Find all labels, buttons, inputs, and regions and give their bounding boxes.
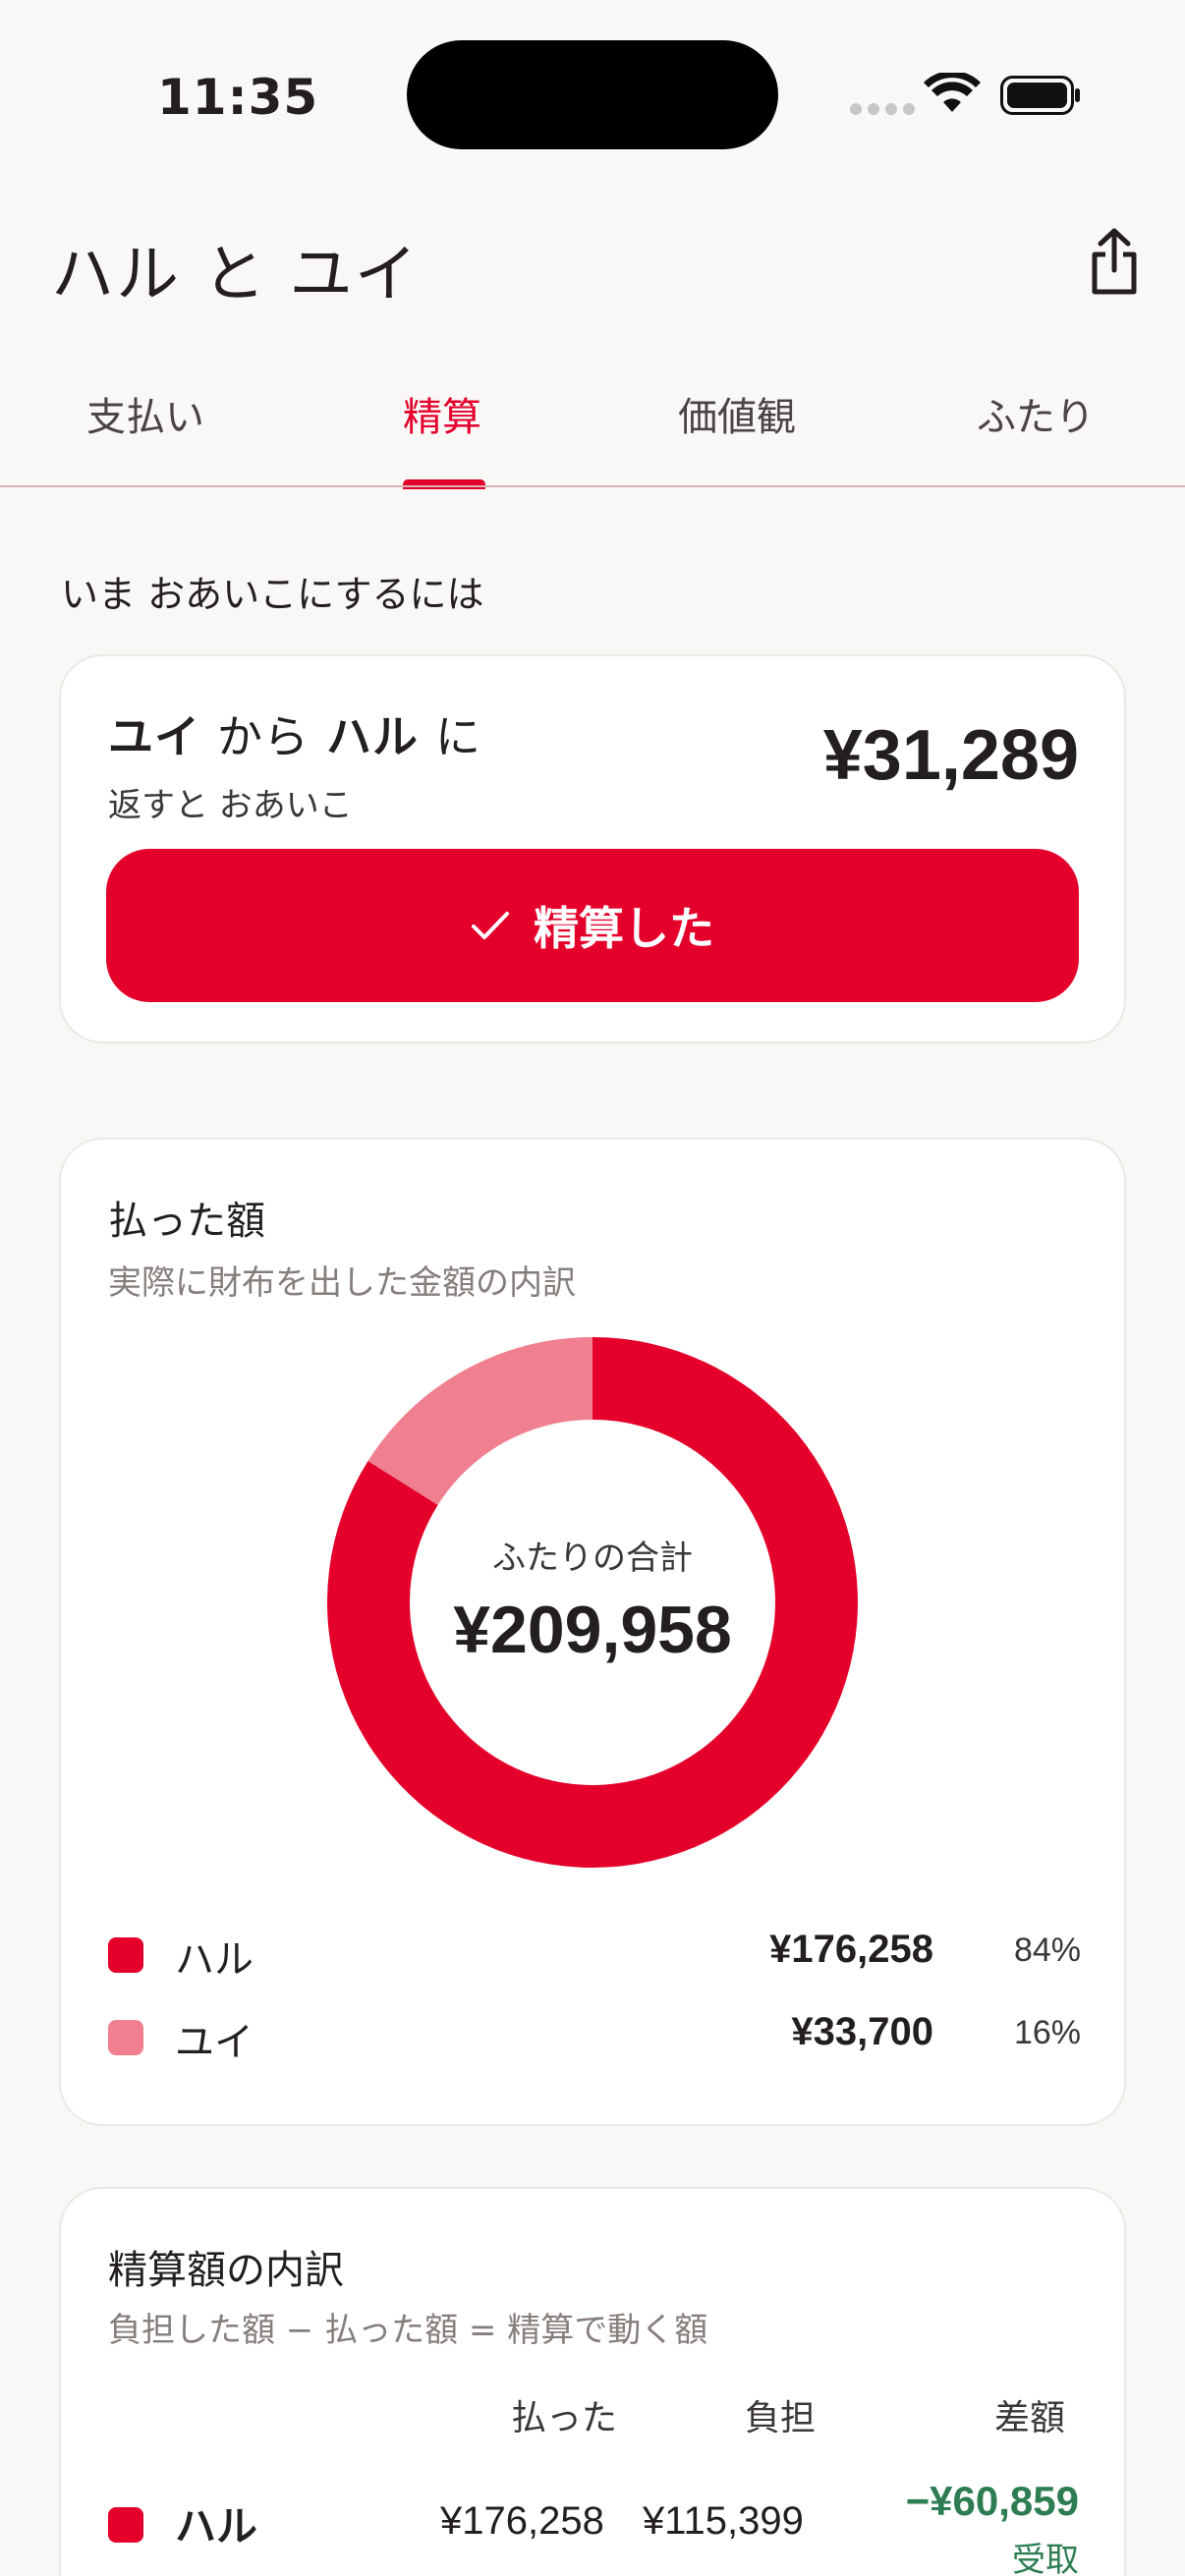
breakdown-title: 精算額の内訳 bbox=[108, 2248, 344, 2293]
column-header-burden: 負担 bbox=[745, 2398, 817, 2438]
row-name: ハル bbox=[175, 2502, 258, 2550]
legend-name: ユイ bbox=[175, 2020, 254, 2065]
legend-row: ハル ¥176,258 84% bbox=[108, 1922, 1081, 1983]
settlement-to: ハル bbox=[326, 710, 420, 763]
legend-swatch bbox=[108, 1937, 143, 1973]
tab-couple[interactable]: ふたり bbox=[977, 385, 1095, 442]
settlement-from: ユイ bbox=[108, 710, 200, 763]
legend-swatch bbox=[108, 2020, 143, 2055]
row-diff-label: 受取 bbox=[1012, 2541, 1079, 2576]
legend-row: ユイ ¥33,700 16% bbox=[108, 2004, 1081, 2065]
checkmark-icon bbox=[472, 912, 509, 939]
dynamic-island bbox=[407, 40, 778, 149]
settlement-from-particle: から bbox=[217, 710, 310, 763]
row-burden: ¥115,399 bbox=[643, 2499, 804, 2543]
legend-amount: ¥33,700 bbox=[791, 2010, 933, 2053]
settlement-subtext: 返すと おあいこ bbox=[108, 786, 353, 825]
status-time: 11:35 bbox=[157, 69, 319, 126]
legend-amount: ¥176,258 bbox=[769, 1928, 933, 1971]
tab-values[interactable]: 価値観 bbox=[678, 385, 796, 442]
breakdown-subtitle: 負担した額 − 払った額 = 精算で動く額 bbox=[108, 2311, 708, 2350]
row-paid: ¥176,258 bbox=[440, 2499, 604, 2543]
settlement-breakdown-card: 精算額の内訳 負担した額 − 払った額 = 精算で動く額 払った 負担 差額 ハ… bbox=[59, 2187, 1126, 2576]
page-title: ハル と ユイ bbox=[51, 239, 420, 311]
wifi-icon bbox=[924, 73, 981, 112]
tab-settlement[interactable]: 精算 bbox=[403, 385, 481, 442]
row-diff: −¥60,859 bbox=[905, 2478, 1079, 2524]
tab-divider bbox=[0, 485, 1185, 487]
share-icon bbox=[1092, 228, 1137, 295]
legend-percent: 84% bbox=[1013, 1932, 1081, 1969]
tab-bar: 支払い 精算 価値観 ふたり bbox=[0, 354, 1185, 489]
paid-card-subtitle: 実際に財布を出した金額の内訳 bbox=[108, 1263, 576, 1303]
section-heading: いま おあいこにするには bbox=[61, 573, 484, 616]
status-bar: 11:35 bbox=[0, 0, 1185, 187]
settlement-amount: ¥31,289 bbox=[822, 716, 1079, 795]
mark-settled-label: 精算した bbox=[534, 903, 714, 954]
share-button[interactable] bbox=[1081, 222, 1148, 301]
column-header-diff: 差額 bbox=[994, 2398, 1066, 2438]
cellular-signal-icon bbox=[850, 103, 915, 115]
active-tab-indicator bbox=[403, 479, 485, 489]
legend-name: ハル bbox=[175, 1937, 254, 1983]
tab-payments[interactable]: 支払い bbox=[86, 385, 204, 442]
column-header-paid: 払った bbox=[511, 2398, 618, 2438]
donut-slice-yui bbox=[367, 1337, 592, 1505]
legend-percent: 16% bbox=[1013, 2014, 1081, 2051]
paid-card-title: 払った額 bbox=[108, 1199, 265, 1244]
settlement-direction: ユイ から ハル に bbox=[108, 701, 481, 766]
mark-settled-button[interactable]: 精算した bbox=[106, 849, 1079, 1002]
settlement-to-particle: に bbox=[435, 710, 482, 763]
settlement-card: ユイ から ハル に 返すと おあいこ ¥31,289 精算した bbox=[59, 654, 1126, 1043]
paid-amount-card: 払った額 実際に財布を出した金額の内訳 ふたりの合計 ¥209,958 ハル ¥… bbox=[59, 1138, 1126, 2126]
donut-total-value: ¥209,958 bbox=[453, 1593, 732, 1667]
row-swatch bbox=[108, 2507, 143, 2543]
donut-total-label: ふたりの合計 bbox=[492, 1539, 693, 1578]
battery-icon bbox=[1000, 76, 1080, 115]
